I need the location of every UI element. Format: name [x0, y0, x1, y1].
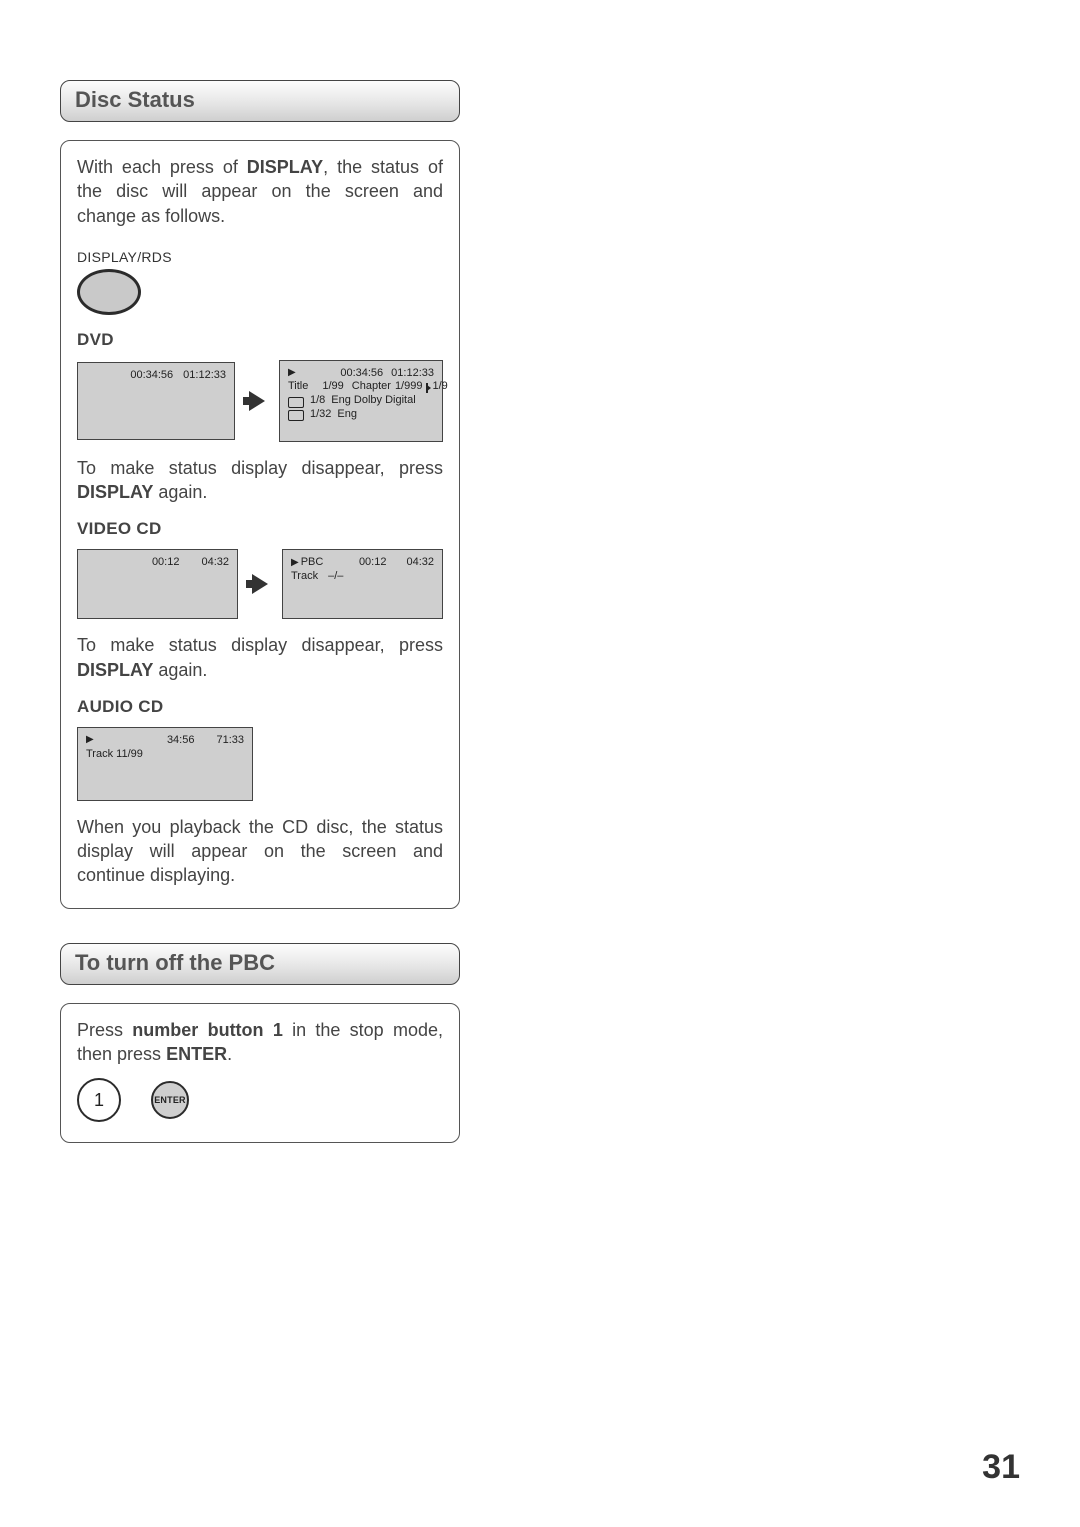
track-label: Track: [291, 570, 318, 584]
dvd-hint: To make status display disappear, press …: [77, 456, 443, 505]
acd-osd: ▶ 34:56 71:33 Track 11/99: [77, 727, 253, 801]
pbc-card: Press number button 1 in the stop mode, …: [60, 1003, 460, 1144]
text: again.: [153, 482, 207, 502]
audio-lang: Eng Dolby Digital: [331, 394, 415, 408]
time-total: 71:33: [216, 734, 244, 748]
time-total: 01:12:33: [391, 367, 434, 381]
pbc-label: PBC: [301, 556, 324, 570]
text-bold: DISPLAY: [77, 660, 153, 680]
vcd-label: VIDEO CD: [77, 518, 443, 541]
disc-status-intro: With each press of DISPLAY, the status o…: [77, 155, 443, 228]
vcd-osd-1: 00:12 04:32: [77, 549, 238, 619]
dvd-osd-row: 00:34:56 01:12:33 ▶ 00:34:56 01:12:33 T: [77, 360, 443, 442]
title-value: 1/99: [322, 380, 343, 394]
chapter-value: 1/999: [395, 380, 423, 394]
track-info: Track 11/99: [86, 748, 244, 762]
text-bold: ENTER: [166, 1044, 227, 1064]
text: Press: [77, 1020, 132, 1040]
time-elapsed: 34:56: [167, 734, 195, 748]
pbc-text: Press number button 1 in the stop mode, …: [77, 1018, 443, 1067]
time-total: 04:32: [201, 556, 229, 570]
text: again.: [153, 660, 207, 680]
chapter-label: Chapter: [352, 380, 391, 394]
page-number: 31: [982, 1448, 1020, 1487]
text-bold: DISPLAY: [247, 157, 323, 177]
arrow-right-icon: [249, 391, 265, 411]
display-rds-label: DISPLAY/RDS: [77, 248, 443, 267]
subtitle-icon: [288, 410, 304, 421]
play-icon: ▶: [86, 734, 94, 748]
play-icon: ▶: [291, 557, 299, 570]
dvd-osd-1: 00:34:56 01:12:33: [77, 362, 235, 440]
vcd-osd-row: 00:12 04:32 ▶ PBC 00:12 04:32: [77, 549, 443, 619]
arrow-right-icon: [252, 574, 268, 594]
text: .: [227, 1044, 232, 1064]
vcd-osd-2: ▶ PBC 00:12 04:32 Track –/–: [282, 549, 443, 619]
time-elapsed: 00:34:56: [340, 367, 383, 381]
subtitle-lang: Eng: [337, 408, 357, 422]
time-elapsed: 00:12: [359, 556, 387, 570]
play-icon: ▶: [288, 367, 296, 381]
text-bold: DISPLAY: [77, 482, 153, 502]
audio-icon: [288, 397, 304, 408]
time-total: 04:32: [406, 556, 434, 570]
text: To make status display disappear, press: [77, 635, 443, 655]
track-value: –/–: [328, 570, 343, 584]
time-elapsed: 00:34:56: [130, 369, 173, 383]
audio-value: 1/8: [310, 394, 325, 408]
time-total: 01:12:33: [183, 369, 226, 383]
dvd-osd-2: ▶ 00:34:56 01:12:33 Title 1/99 Chapter 1…: [279, 360, 443, 442]
section-title-pbc: To turn off the PBC: [60, 943, 460, 985]
text-bold: number button 1: [132, 1020, 283, 1040]
display-rds-button: [77, 269, 141, 315]
text: To make status display disappear, press: [77, 458, 443, 478]
acd-osd-row: ▶ 34:56 71:33 Track 11/99: [77, 727, 443, 801]
angle-value: 1/9: [432, 380, 447, 394]
acd-label: AUDIO CD: [77, 696, 443, 719]
dvd-label: DVD: [77, 329, 443, 352]
text: With each press of: [77, 157, 247, 177]
section-title-disc-status: Disc Status: [60, 80, 460, 122]
camera-angle-icon: [426, 383, 428, 393]
subtitle-value: 1/32: [310, 408, 331, 422]
acd-hint: When you playback the CD disc, the statu…: [77, 815, 443, 888]
time-elapsed: 00:12: [152, 556, 180, 570]
title-label: Title: [288, 380, 308, 394]
disc-status-card: With each press of DISPLAY, the status o…: [60, 140, 460, 909]
enter-button: ENTER: [151, 1081, 189, 1119]
number-1-button: 1: [77, 1078, 121, 1122]
vcd-hint: To make status display disappear, press …: [77, 633, 443, 682]
